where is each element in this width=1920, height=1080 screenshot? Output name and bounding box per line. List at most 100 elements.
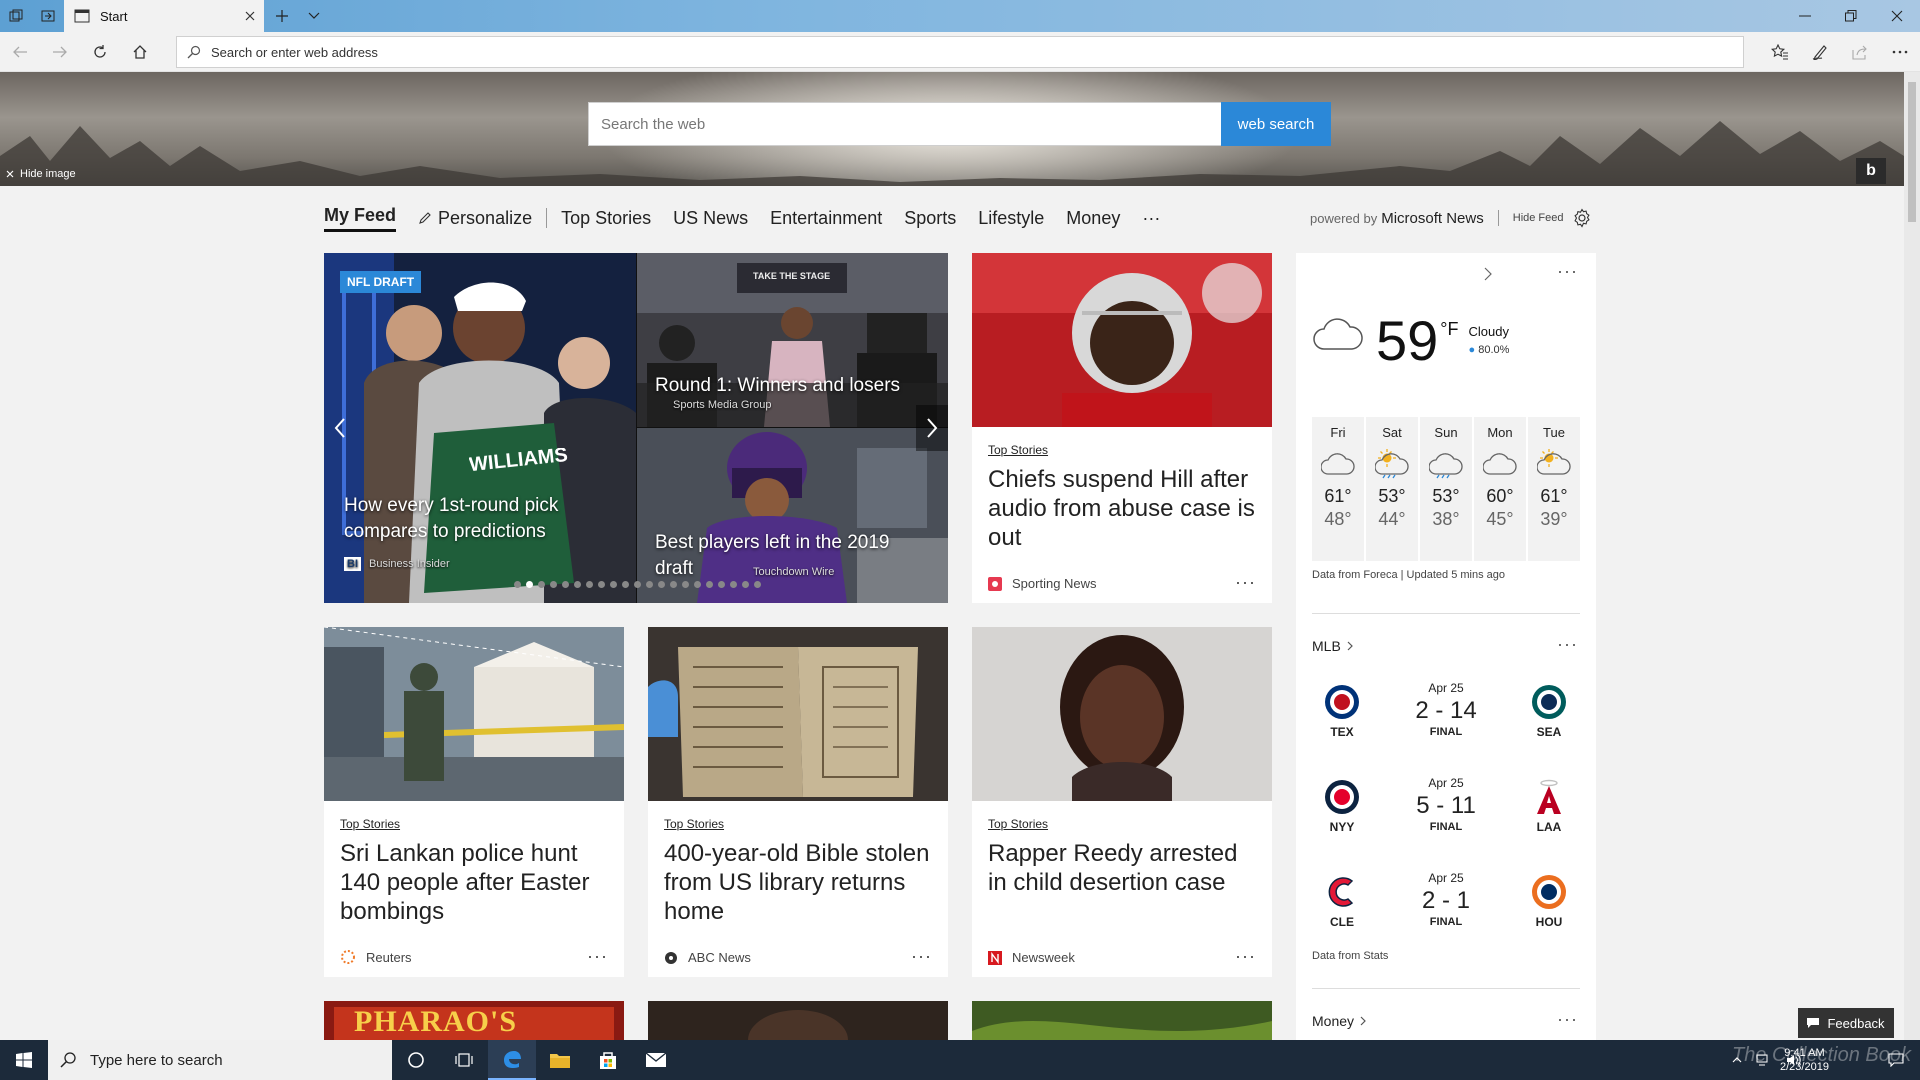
tab-top-stories[interactable]: Top Stories bbox=[561, 208, 651, 229]
forecast-day-sat[interactable]: Sat 53° 44° bbox=[1366, 417, 1418, 561]
story-card-dark[interactable] bbox=[648, 1001, 948, 1040]
web-search-button[interactable]: web search bbox=[1221, 102, 1331, 146]
story-category[interactable]: Top Stories bbox=[988, 817, 1048, 831]
forward-icon[interactable] bbox=[40, 36, 80, 68]
carousel-main-story[interactable]: WILLIAMS NFL DRAFT How every 1st-round p… bbox=[324, 253, 636, 603]
web-search-input[interactable]: Search the web bbox=[588, 102, 1222, 146]
taskbar-mail-icon[interactable] bbox=[632, 1040, 680, 1080]
carousel-dot[interactable] bbox=[706, 581, 713, 588]
tab-money[interactable]: Money bbox=[1066, 208, 1120, 229]
mlb-game[interactable]: CLE Apr 25 2 - 1 FINAL HOU bbox=[1312, 867, 1580, 937]
hide-image-button[interactable]: Hide image bbox=[6, 168, 76, 180]
carousel-dot[interactable] bbox=[622, 581, 629, 588]
favorites-hub-icon[interactable] bbox=[1760, 36, 1800, 68]
tab-start[interactable]: Start bbox=[64, 0, 264, 32]
carousel-dot[interactable] bbox=[694, 581, 701, 588]
money-more-options-icon[interactable]: ··· bbox=[1557, 1009, 1578, 1030]
story-headline[interactable]: Chiefs suspend Hill after audio from abu… bbox=[988, 465, 1258, 552]
mlb-section-header[interactable]: MLB bbox=[1312, 638, 1353, 654]
page-scrollbar[interactable] bbox=[1904, 72, 1920, 1040]
start-button-windows-icon[interactable] bbox=[0, 1040, 48, 1080]
cortana-icon[interactable] bbox=[392, 1040, 440, 1080]
story-headline[interactable]: Rapper Reedy arrested in child desertion… bbox=[988, 839, 1258, 897]
story-more-options-icon[interactable]: ··· bbox=[1235, 946, 1256, 967]
new-tab-icon[interactable] bbox=[266, 0, 298, 32]
bing-logo-icon[interactable]: b bbox=[1856, 158, 1886, 184]
story-card-pharaos[interactable]: PHARAO'S bbox=[324, 1001, 624, 1040]
featured-carousel[interactable]: WILLIAMS NFL DRAFT How every 1st-round p… bbox=[324, 253, 948, 603]
current-weather[interactable]: 59 °F Cloudy ● 80.0% bbox=[1312, 313, 1509, 369]
story-card-green[interactable] bbox=[972, 1001, 1272, 1040]
carousel-dot[interactable] bbox=[538, 581, 545, 588]
mlb-more-options-icon[interactable]: ··· bbox=[1557, 634, 1578, 655]
carousel-dot[interactable] bbox=[550, 581, 557, 588]
carousel-top-story[interactable]: TAKE THE STAGE Round 1: Winners and lose… bbox=[637, 253, 948, 427]
address-bar[interactable]: Search or enter web address bbox=[176, 36, 1744, 68]
carousel-dot[interactable] bbox=[610, 581, 617, 588]
forecast-day-mon[interactable]: Mon 60° 45° bbox=[1474, 417, 1526, 561]
feed-settings-gear-icon[interactable] bbox=[1572, 208, 1592, 228]
back-icon[interactable] bbox=[0, 36, 40, 68]
forecast-day-fri[interactable]: Fri 61° 48° bbox=[1312, 417, 1364, 561]
hide-feed-button[interactable]: Hide Feed bbox=[1513, 212, 1564, 224]
story-card-sri-lanka[interactable]: Top Stories Sri Lankan police hunt 140 p… bbox=[324, 627, 624, 977]
story-card-bible[interactable]: Top Stories 400-year-old Bible stolen fr… bbox=[648, 627, 948, 977]
more-options-icon[interactable] bbox=[1880, 36, 1920, 68]
carousel-dot[interactable] bbox=[754, 581, 761, 588]
carousel-next-icon[interactable] bbox=[916, 405, 948, 451]
carousel-dot[interactable] bbox=[574, 581, 581, 588]
story-card-chiefs[interactable]: Top Stories Chiefs suspend Hill after au… bbox=[972, 253, 1272, 603]
tab-lifestyle[interactable]: Lifestyle bbox=[978, 208, 1044, 229]
carousel-dot[interactable] bbox=[586, 581, 593, 588]
microsoft-news-link[interactable]: Microsoft News bbox=[1381, 210, 1484, 227]
story-category[interactable]: Top Stories bbox=[664, 817, 724, 831]
story-category[interactable]: Top Stories bbox=[340, 817, 400, 831]
carousel-dot[interactable] bbox=[562, 581, 569, 588]
story-headline[interactable]: Sri Lankan police hunt 140 people after … bbox=[340, 839, 610, 926]
story-headline[interactable]: 400-year-old Bible stolen from US librar… bbox=[664, 839, 934, 926]
story-more-options-icon[interactable]: ··· bbox=[1235, 572, 1256, 593]
tab-entertainment[interactable]: Entertainment bbox=[770, 208, 882, 229]
money-section-header[interactable]: Money bbox=[1312, 1013, 1366, 1029]
carousel-pagination[interactable] bbox=[514, 581, 761, 588]
taskbar-search-box[interactable]: Type here to search bbox=[48, 1040, 392, 1080]
close-tab-icon[interactable] bbox=[236, 0, 264, 32]
set-aside-tabs-icon[interactable] bbox=[32, 0, 64, 32]
tab-personalize[interactable]: Personalize bbox=[418, 208, 532, 229]
home-icon[interactable] bbox=[120, 36, 160, 68]
refresh-icon[interactable] bbox=[80, 36, 120, 68]
mlb-game[interactable]: TEX Apr 25 2 - 14 FINAL SEA bbox=[1312, 677, 1580, 747]
taskbar-file-explorer-icon[interactable] bbox=[536, 1040, 584, 1080]
carousel-prev-icon[interactable] bbox=[324, 405, 356, 451]
story-more-options-icon[interactable]: ··· bbox=[587, 946, 608, 967]
task-view-icon[interactable] bbox=[440, 1040, 488, 1080]
carousel-dot[interactable] bbox=[718, 581, 725, 588]
restore-icon[interactable] bbox=[1828, 0, 1874, 32]
mlb-game[interactable]: NYY Apr 25 5 - 11 FINAL LAA bbox=[1312, 772, 1580, 842]
minimize-icon[interactable] bbox=[1782, 0, 1828, 32]
forecast-day-sun[interactable]: Sun 53° 38° bbox=[1420, 417, 1472, 561]
carousel-dot[interactable] bbox=[646, 581, 653, 588]
feedback-button[interactable]: Feedback bbox=[1798, 1008, 1894, 1038]
weather-more-options-icon[interactable]: ··· bbox=[1557, 261, 1578, 282]
story-card-reedy[interactable]: Top Stories Rapper Reedy arrested in chi… bbox=[972, 627, 1272, 977]
tab-my-feed[interactable]: My Feed bbox=[324, 205, 397, 232]
carousel-dot[interactable] bbox=[742, 581, 749, 588]
taskbar-store-icon[interactable] bbox=[584, 1040, 632, 1080]
forecast-day-tue[interactable]: Tue 61° 39° bbox=[1528, 417, 1580, 561]
story-more-options-icon[interactable]: ··· bbox=[911, 946, 932, 967]
tab-preview-chevron-icon[interactable] bbox=[298, 0, 330, 32]
more-categories-button[interactable]: ··· bbox=[1142, 208, 1160, 229]
carousel-dot[interactable] bbox=[658, 581, 665, 588]
carousel-dot[interactable] bbox=[514, 581, 521, 588]
carousel-dot[interactable] bbox=[526, 581, 533, 588]
carousel-dot[interactable] bbox=[670, 581, 677, 588]
carousel-dot[interactable] bbox=[598, 581, 605, 588]
tab-sports[interactable]: Sports bbox=[904, 208, 956, 229]
carousel-dot[interactable] bbox=[730, 581, 737, 588]
carousel-top-title[interactable]: Round 1: Winners and losers bbox=[655, 373, 935, 399]
tab-actions-icon[interactable] bbox=[0, 0, 32, 32]
carousel-main-title[interactable]: How every 1st-round pick compares to pre… bbox=[344, 493, 604, 545]
close-window-icon[interactable] bbox=[1874, 0, 1920, 32]
share-icon[interactable] bbox=[1840, 36, 1880, 68]
